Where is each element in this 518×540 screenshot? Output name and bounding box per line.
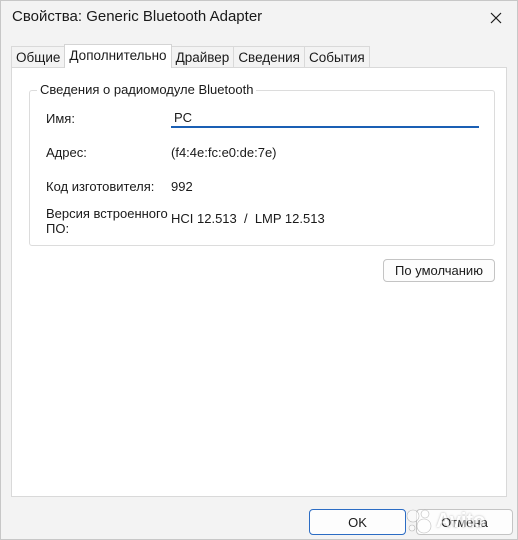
- tab-panel-advanced: Сведения о радиомодуле Bluetooth Имя: Ад…: [11, 67, 507, 497]
- bluetooth-radio-info-group: Сведения о радиомодуле Bluetooth Имя: Ад…: [29, 82, 495, 246]
- address-label: Адрес:: [46, 145, 87, 160]
- tab-details[interactable]: Сведения: [233, 46, 305, 67]
- address-value: (f4:4e:fc:e0:de:7e): [171, 145, 277, 160]
- restore-defaults-button[interactable]: По умолчанию: [383, 259, 495, 282]
- tab-events[interactable]: События: [304, 46, 370, 67]
- title-bar: Свойства: Generic Bluetooth Adapter: [1, 1, 517, 37]
- group-legend: Сведения о радиомодуле Bluetooth: [37, 82, 257, 97]
- tab-strip: Общие Дополнительно Драйвер Сведения Соб…: [11, 44, 370, 68]
- name-input[interactable]: [171, 108, 479, 128]
- close-button[interactable]: [485, 7, 507, 29]
- firmware-label-line2: ПО:: [46, 221, 70, 236]
- firmware-value: HCI 12.513 / LMP 12.513: [171, 211, 325, 226]
- close-icon: [490, 12, 502, 24]
- tab-driver[interactable]: Драйвер: [170, 46, 235, 67]
- ok-button[interactable]: OK: [309, 509, 406, 535]
- tab-advanced[interactable]: Дополнительно: [64, 44, 172, 68]
- firmware-label-line1: Версия встроенного: [46, 206, 168, 221]
- name-label: Имя:: [46, 111, 75, 126]
- tab-general[interactable]: Общие: [11, 46, 66, 67]
- manufacturer-label: Код изготовителя:: [46, 179, 155, 194]
- properties-dialog: Свойства: Generic Bluetooth Adapter Общи…: [0, 0, 518, 540]
- manufacturer-value: 992: [171, 179, 193, 194]
- cancel-button[interactable]: Отмена: [416, 509, 513, 535]
- window-title: Свойства: Generic Bluetooth Adapter: [12, 8, 263, 25]
